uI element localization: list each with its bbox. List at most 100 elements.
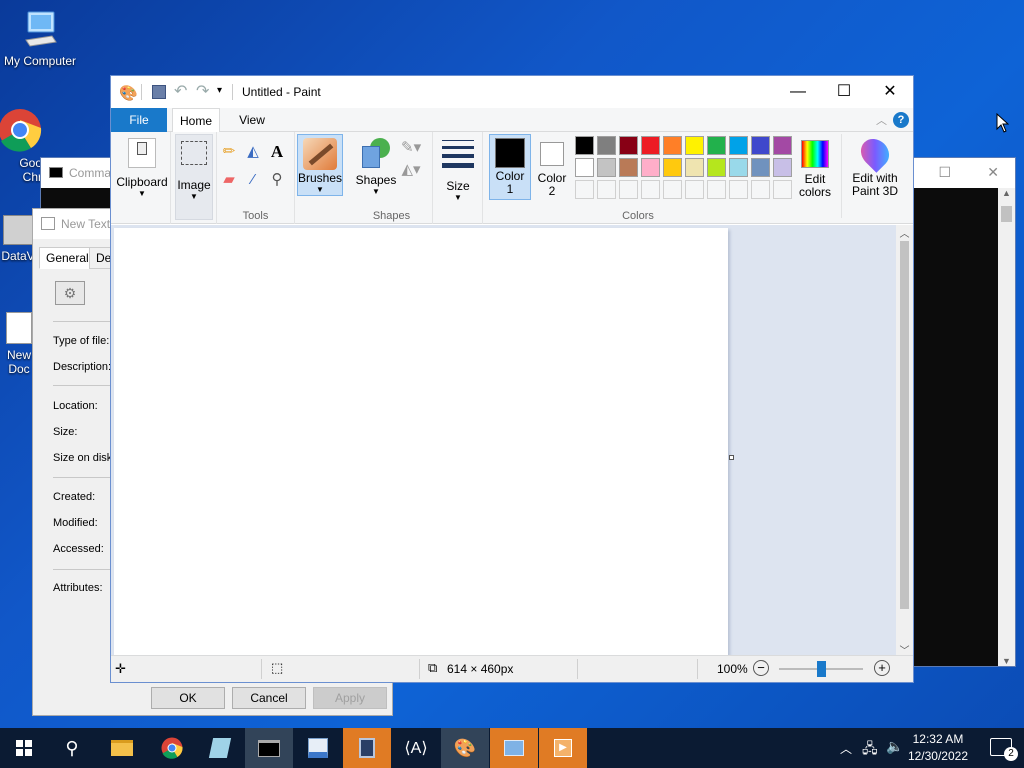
palette-swatch[interactable]	[575, 158, 594, 177]
palette-swatch[interactable]	[619, 136, 638, 155]
close-button[interactable]: ✕	[867, 76, 913, 108]
customize-qat-icon[interactable]: ▾	[217, 85, 222, 96]
scroll-thumb[interactable]	[900, 241, 909, 609]
shape-fill-icon[interactable]: ◭▾	[401, 160, 421, 180]
desktop-icon-datav[interactable]: DataV	[0, 215, 36, 263]
shapes-button[interactable]: Shapes ▼	[353, 134, 399, 196]
collapse-ribbon-icon[interactable]: ︿	[876, 112, 887, 128]
custom-color-slot[interactable]	[597, 180, 616, 199]
cmd-scrollbar[interactable]: ▲ ▼	[998, 188, 1015, 666]
taskbar-command-prompt[interactable]	[245, 728, 293, 768]
resize-handle[interactable]	[729, 455, 734, 460]
custom-color-slot[interactable]	[685, 180, 704, 199]
help-icon[interactable]: ?	[893, 112, 909, 128]
taskbar-image-viewer[interactable]	[294, 728, 342, 768]
cancel-button[interactable]: Cancel	[232, 687, 306, 709]
brushes-button[interactable]: Brushes ▼	[297, 134, 343, 196]
ok-button[interactable]: OK	[151, 687, 225, 709]
desktop-icon-my-computer[interactable]: My Computer	[0, 10, 80, 68]
taskbar-calculator[interactable]	[343, 728, 391, 768]
redo-icon[interactable]: ↷	[196, 81, 209, 101]
clipboard-button[interactable]: Clipboard ▼	[115, 134, 169, 198]
outline-icon[interactable]: ✎▾	[401, 138, 421, 158]
edit-colors-button[interactable]: Edit colors	[795, 134, 835, 199]
taskbar-paint[interactable]: 🎨	[441, 728, 489, 768]
text-icon[interactable]: A	[267, 142, 287, 162]
taskbar-chrome[interactable]	[148, 728, 196, 768]
color1-button[interactable]: Color 1	[489, 134, 531, 200]
palette-swatch[interactable]	[751, 158, 770, 177]
size-button[interactable]: Size ▼	[437, 134, 479, 202]
palette-swatch[interactable]	[685, 136, 704, 155]
custom-color-slot[interactable]	[707, 180, 726, 199]
notification-center-button[interactable]: 2	[990, 738, 1018, 761]
palette-swatch[interactable]	[597, 136, 616, 155]
custom-color-slot[interactable]	[773, 180, 792, 199]
palette-swatch[interactable]	[619, 158, 638, 177]
maximize-icon[interactable]: ☐	[938, 164, 951, 181]
minimize-button[interactable]: —	[775, 76, 821, 108]
taskbar-notepad-app[interactable]	[196, 728, 244, 768]
custom-color-slot[interactable]	[619, 180, 638, 199]
palette-swatch[interactable]	[729, 136, 748, 155]
custom-color-slot[interactable]	[729, 180, 748, 199]
zoom-slider-thumb[interactable]	[817, 661, 826, 677]
undo-icon[interactable]: ↶	[174, 81, 187, 101]
volume-icon[interactable]: 🔈	[886, 738, 903, 755]
palette-swatch[interactable]	[597, 158, 616, 177]
scroll-thumb[interactable]	[1001, 206, 1012, 222]
scroll-down-icon[interactable]: ▼	[998, 656, 1015, 666]
palette-swatch[interactable]	[707, 158, 726, 177]
canvas-workspace[interactable]	[111, 225, 898, 657]
palette-swatch[interactable]	[663, 136, 682, 155]
taskbar-media-player[interactable]: ▶	[539, 728, 587, 768]
palette-swatch[interactable]	[575, 136, 594, 155]
apply-button[interactable]: Apply	[313, 687, 387, 709]
network-icon[interactable]: 🖧	[862, 738, 878, 762]
palette-swatch[interactable]	[685, 158, 704, 177]
color2-button[interactable]: Color 2	[533, 134, 571, 200]
paint-window[interactable]: 🎨 ↶ ↷ ▾ Untitled - Paint — ☐ ✕ File Home…	[110, 75, 914, 683]
palette-swatch[interactable]	[641, 136, 660, 155]
palette-swatch[interactable]	[773, 136, 792, 155]
palette-swatch[interactable]	[773, 158, 792, 177]
palette-swatch[interactable]	[707, 136, 726, 155]
palette-swatch[interactable]	[751, 136, 770, 155]
taskbar-app[interactable]: ⟨A⟩	[392, 728, 440, 768]
zoom-slider[interactable]	[779, 661, 863, 677]
edit-with-paint3d-button[interactable]: Edit with Paint 3D	[845, 133, 905, 198]
clock[interactable]: 12:32 AM 12/30/2022	[908, 731, 968, 765]
zoom-in-button[interactable]: +	[874, 660, 890, 676]
custom-color-slot[interactable]	[641, 180, 660, 199]
close-icon[interactable]: ✕	[987, 164, 999, 181]
desktop-icon-new-doc[interactable]: New Doc	[4, 312, 34, 376]
pencil-icon[interactable]: ✏	[219, 142, 239, 162]
image-button[interactable]: Image ▼	[175, 134, 213, 220]
search-button[interactable]: ⚲	[48, 728, 96, 768]
tab-view[interactable]: View	[229, 108, 275, 132]
chevron-up-icon[interactable]: ︿	[840, 740, 852, 757]
taskbar-control-panel[interactable]	[490, 728, 538, 768]
scroll-up-icon[interactable]: ︿	[896, 225, 913, 240]
scroll-up-icon[interactable]: ▲	[998, 188, 1015, 198]
eraser-icon[interactable]: ▰	[219, 170, 239, 190]
paint-titlebar[interactable]: 🎨 ↶ ↷ ▾ Untitled - Paint — ☐ ✕	[111, 76, 913, 108]
zoom-out-button[interactable]: −	[753, 660, 769, 676]
palette-swatch[interactable]	[641, 158, 660, 177]
tab-general[interactable]: General	[39, 247, 96, 269]
tab-home[interactable]: Home	[172, 108, 220, 132]
desktop-icon-chrome[interactable]: Goo Chr	[0, 108, 42, 184]
palette-swatch[interactable]	[729, 158, 748, 177]
save-icon[interactable]	[152, 85, 166, 99]
custom-color-slot[interactable]	[751, 180, 770, 199]
palette-swatch[interactable]	[663, 158, 682, 177]
vertical-scrollbar[interactable]: ︿ ﹀	[896, 225, 913, 657]
taskbar-file-explorer[interactable]	[98, 728, 146, 768]
magnifier-icon[interactable]: ⚲	[267, 170, 287, 190]
drawing-canvas[interactable]	[114, 228, 728, 655]
fill-icon[interactable]: ◭	[243, 142, 263, 162]
custom-color-slot[interactable]	[663, 180, 682, 199]
start-button[interactable]	[0, 728, 48, 768]
maximize-button[interactable]: ☐	[821, 76, 867, 108]
color-picker-icon[interactable]: ⁄	[243, 170, 263, 190]
